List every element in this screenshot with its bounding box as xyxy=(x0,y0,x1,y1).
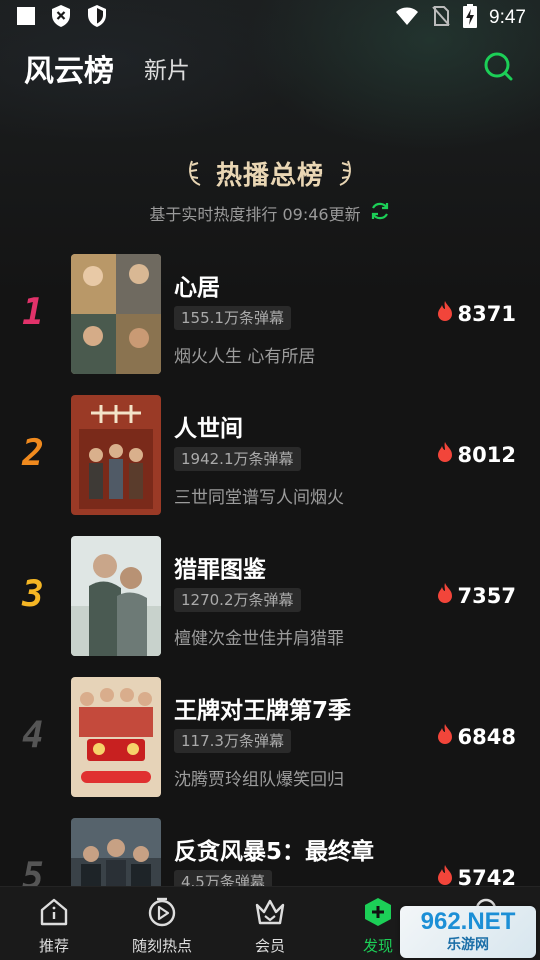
watermark-top-text: 962.NET xyxy=(420,908,516,935)
show-title: 猎罪图鉴 xyxy=(174,557,266,583)
rank-number: 2 xyxy=(22,433,44,474)
square-icon xyxy=(16,6,36,30)
search-icon xyxy=(483,51,513,85)
shield-x-icon xyxy=(50,4,72,32)
danmu-count: 117.3万条弹幕 xyxy=(174,729,291,753)
heat-score: 6848 xyxy=(436,723,516,750)
tab-fengyunbang[interactable]: 风云榜 xyxy=(24,46,114,90)
heat-value: 7357 xyxy=(457,583,516,608)
heat-value: 8371 xyxy=(457,301,516,326)
flame-icon xyxy=(436,582,454,609)
nav-label: 推荐 xyxy=(38,937,69,955)
play-circle-icon xyxy=(146,897,178,931)
show-description: 烟火人生 心有所居 xyxy=(174,347,316,367)
list-item[interactable]: 4 王牌对王牌第7季 117.3万条弹幕 沈腾贾玲组队爆笑回归 6848 xyxy=(0,677,540,818)
refresh-icon[interactable] xyxy=(369,200,391,226)
show-description: 檀健次金世佳并肩猎罪 xyxy=(174,629,344,649)
home-icon xyxy=(38,897,70,931)
crown-icon xyxy=(253,897,287,931)
show-title: 反贪风暴5：最终章 xyxy=(174,839,375,865)
list-item[interactable]: 1 心居 155.1万条弹幕 烟火人生 心有所居 8371 xyxy=(0,254,540,395)
rank-number: 3 xyxy=(22,574,44,615)
show-description: 三世同堂谱写人间烟火 xyxy=(174,488,344,508)
tab-new-films[interactable]: 新片 xyxy=(144,51,190,85)
board-title-text: 热播总榜 xyxy=(215,161,324,191)
poster-image xyxy=(71,677,161,797)
list-item[interactable]: 3 猎罪图鉴 1270.2万条弹幕 檀健次金世佳并肩猎罪 7357 xyxy=(0,536,540,677)
board-title: 热播总榜 xyxy=(0,155,540,192)
nav-hot[interactable]: 随刻热点 xyxy=(108,887,216,960)
wifi-icon xyxy=(395,6,419,30)
battery-charging-icon xyxy=(463,4,478,32)
heat-value: 8012 xyxy=(457,442,516,467)
discover-plus-icon xyxy=(362,897,394,931)
flame-icon xyxy=(436,723,454,750)
ranking-list: 1 心居 155.1万条弹幕 烟火人生 心有所居 8371 2 人世间 1942… xyxy=(0,254,540,959)
rank-number: 1 xyxy=(22,292,44,333)
status-bar: 9:47 xyxy=(0,0,540,36)
heat-score: 8371 xyxy=(436,300,516,327)
board-update-row: 基于实时热度排行 09:46更新 xyxy=(0,200,540,226)
watermark-bottom-text: 乐游网 xyxy=(447,937,489,953)
search-button[interactable] xyxy=(480,50,516,86)
shield-check-icon xyxy=(86,4,108,32)
show-title: 心居 xyxy=(174,275,220,301)
no-sim-icon xyxy=(431,5,451,31)
heat-score: 8012 xyxy=(436,441,516,468)
nav-vip[interactable]: 会员 xyxy=(216,887,324,960)
show-title: 王牌对王牌第7季 xyxy=(174,698,352,724)
show-title: 人世间 xyxy=(174,416,243,442)
laurel-right-icon xyxy=(334,157,354,191)
flame-icon xyxy=(436,300,454,327)
heat-value: 6848 xyxy=(457,724,516,749)
board-update-text: 基于实时热度排行 09:46更新 xyxy=(149,205,361,224)
heat-score: 7357 xyxy=(436,582,516,609)
danmu-count: 1942.1万条弹幕 xyxy=(174,447,301,471)
nav-label: 随刻热点 xyxy=(131,937,192,955)
nav-label: 会员 xyxy=(254,937,285,955)
poster-image xyxy=(71,536,161,656)
rank-number: 4 xyxy=(22,715,44,756)
poster-image xyxy=(71,395,161,515)
danmu-count: 1270.2万条弹幕 xyxy=(174,588,301,612)
flame-icon xyxy=(436,441,454,468)
danmu-count: 155.1万条弹幕 xyxy=(174,306,291,330)
site-watermark: 962.NET 乐游网 xyxy=(400,906,536,958)
nav-label: 发现 xyxy=(362,937,393,955)
poster-image xyxy=(71,254,161,374)
laurel-left-icon xyxy=(186,157,206,191)
list-item[interactable]: 2 人世间 1942.1万条弹幕 三世同堂谱写人间烟火 8012 xyxy=(0,395,540,536)
nav-recommend[interactable]: 推荐 xyxy=(0,887,108,960)
show-description: 沈腾贾玲组队爆笑回归 xyxy=(174,770,344,790)
status-time: 9:47 xyxy=(489,7,526,28)
top-header: 风云榜 新片 xyxy=(0,40,540,96)
